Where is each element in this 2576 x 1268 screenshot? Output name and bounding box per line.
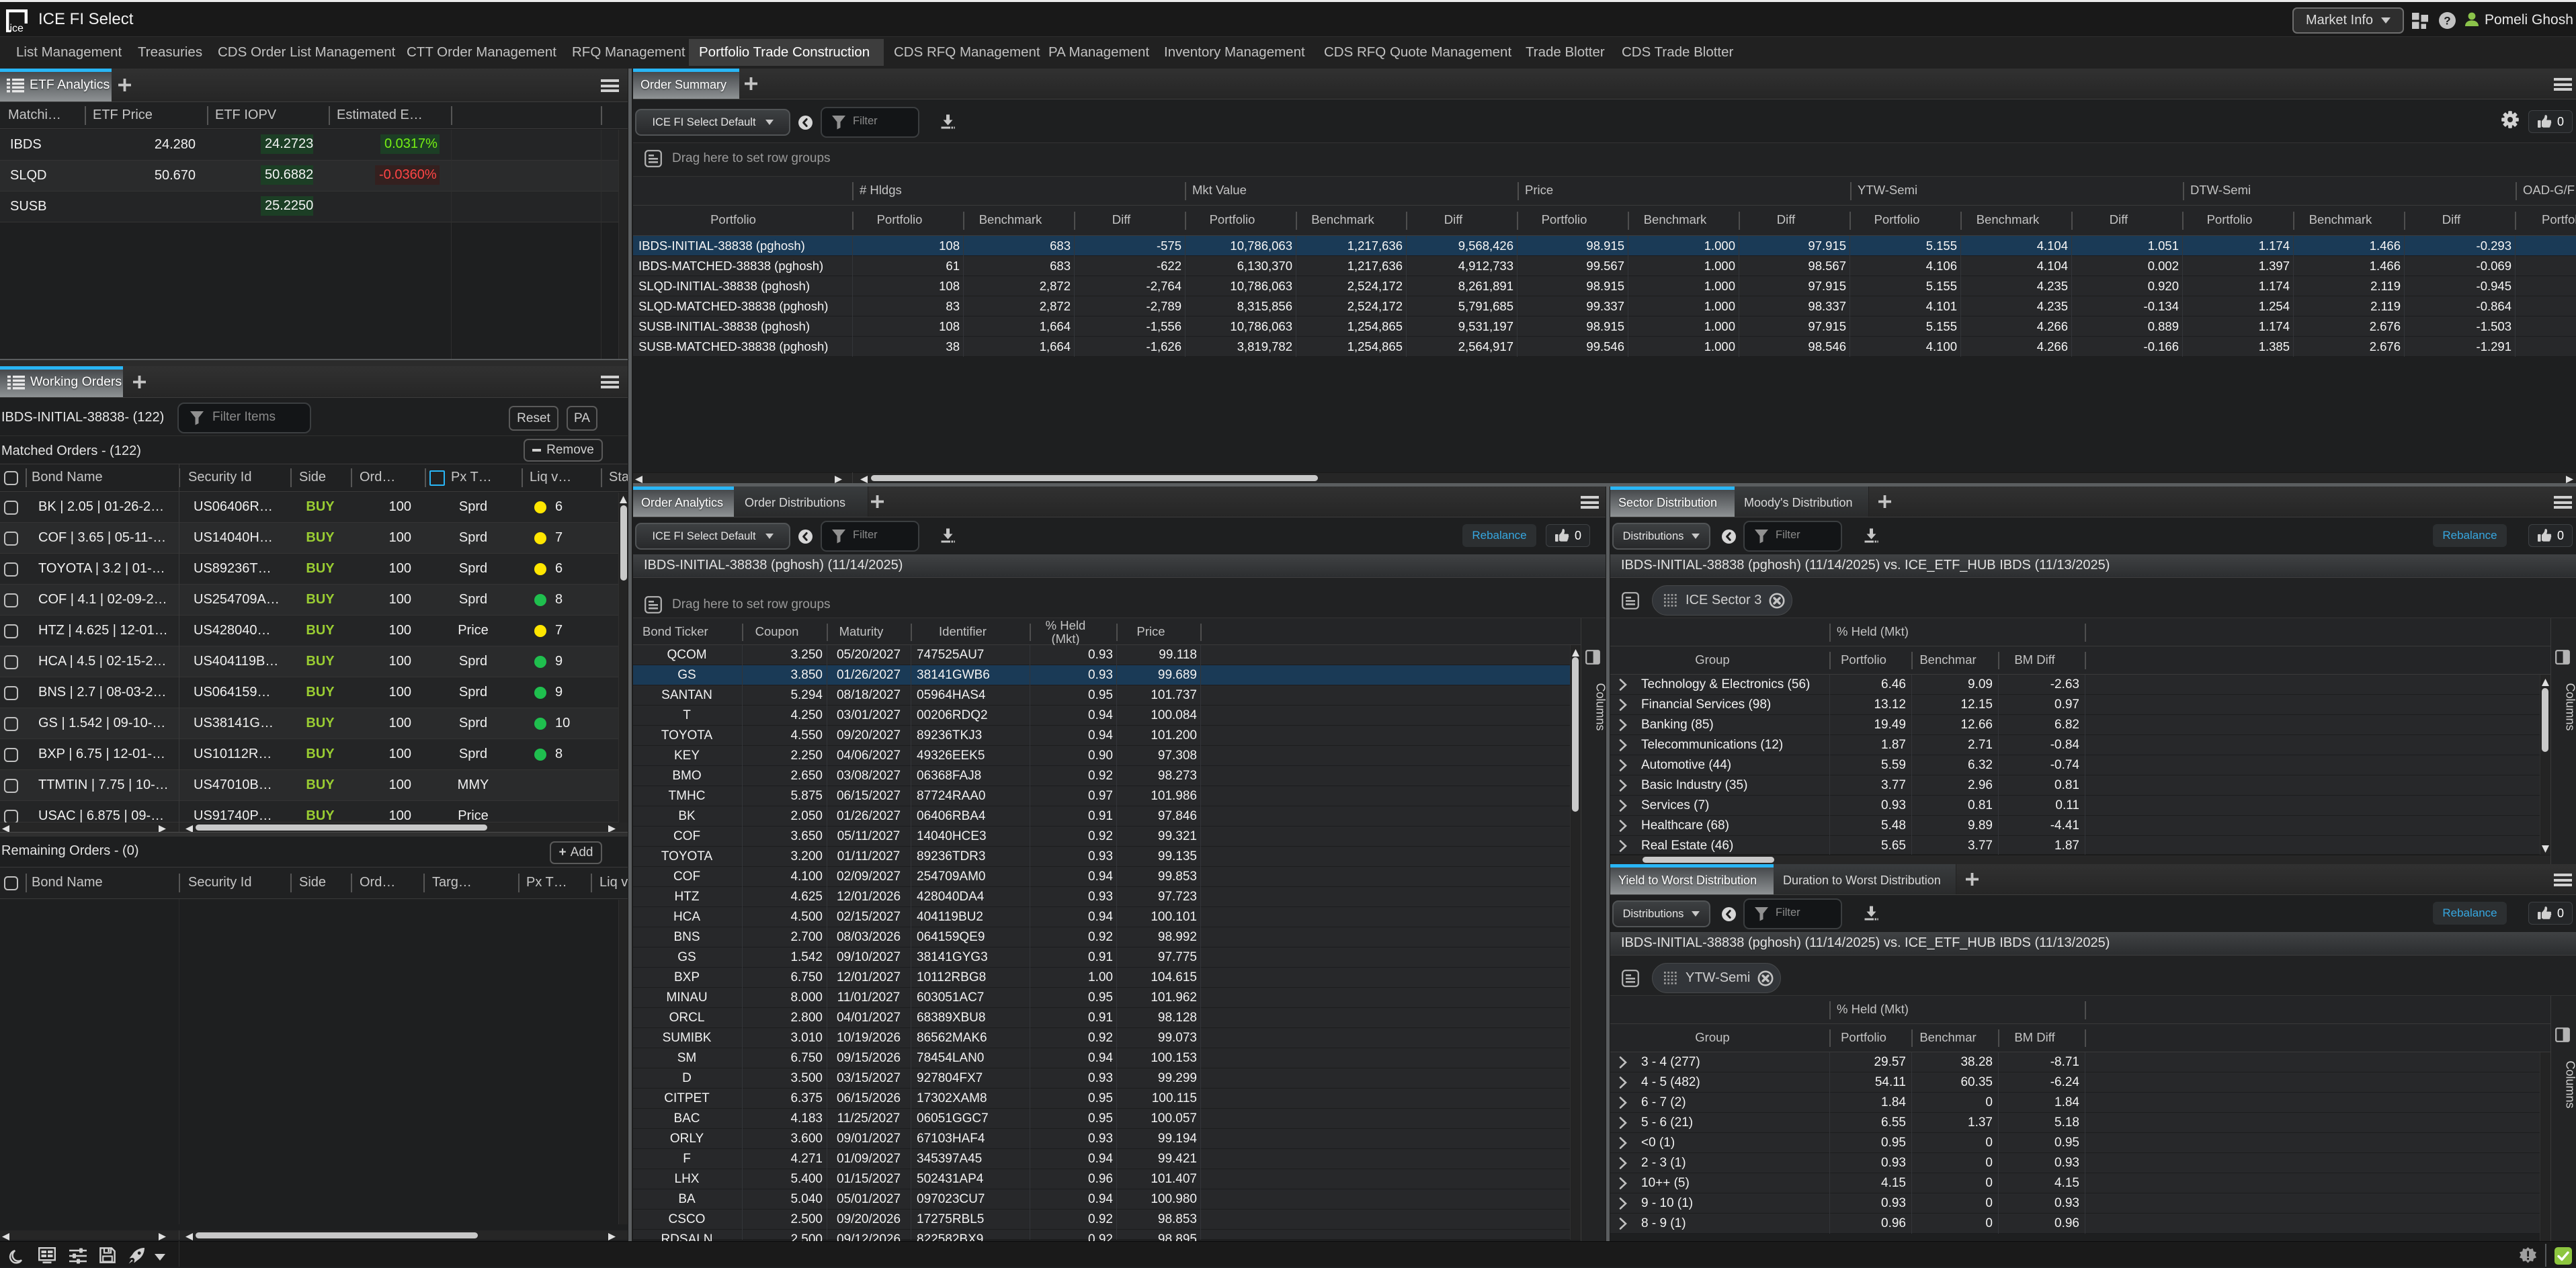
svg-text:?: ? (2444, 15, 2450, 28)
svg-text:ice: ice (10, 23, 24, 32)
